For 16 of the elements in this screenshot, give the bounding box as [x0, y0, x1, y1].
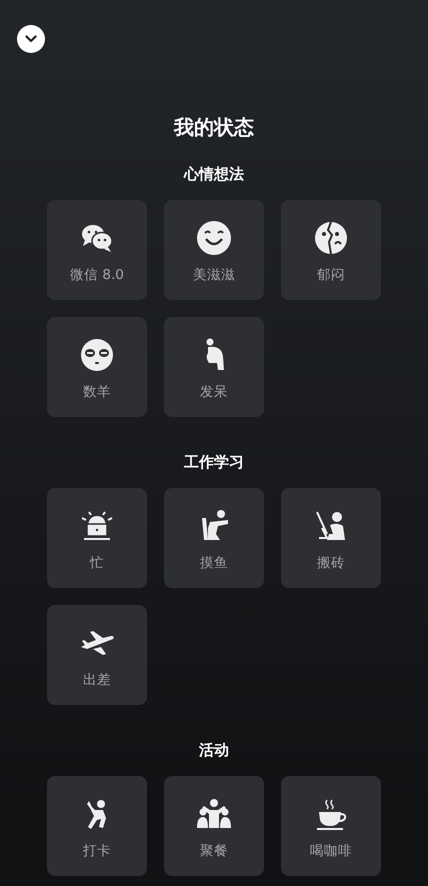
status-tile[interactable]: 搬砖 [281, 488, 381, 588]
status-tile[interactable]: 忙 [47, 488, 147, 588]
page-title: 我的状态 [174, 115, 254, 139]
section-title: 工作学习 [184, 452, 244, 472]
status-tile[interactable]: 聚餐 [164, 776, 264, 876]
section-title: 心情想法 [184, 164, 244, 184]
status-tile[interactable]: 美滋滋 [164, 200, 264, 300]
status-tile[interactable]: 出差 [47, 605, 147, 705]
status-tile[interactable]: 微信 8.0 [47, 200, 147, 300]
status-tile[interactable]: 喝咖啡 [281, 776, 381, 876]
status-tile[interactable]: 数羊 [47, 317, 147, 417]
section-title: 活动 [199, 740, 229, 760]
status-tile[interactable]: 郁闷 [281, 200, 381, 300]
status-tile[interactable]: 发呆 [164, 317, 264, 417]
status-tile[interactable]: 打卡 [47, 776, 147, 876]
status-tile[interactable]: 摸鱼 [164, 488, 264, 588]
